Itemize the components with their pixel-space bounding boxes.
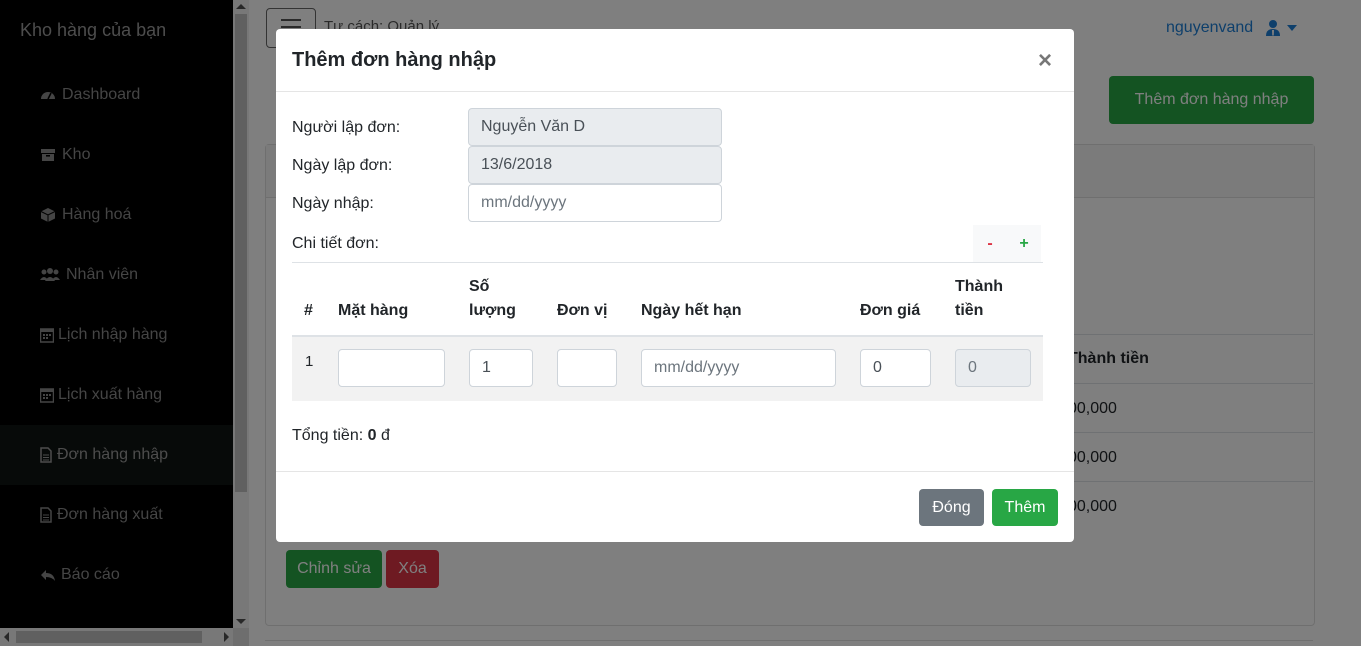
creator-label: Người lập đơn:	[292, 119, 401, 136]
created-date-field: 13/6/2018	[468, 146, 722, 184]
column-header-text: lượng	[469, 302, 516, 319]
line-total-field: 0	[955, 349, 1031, 387]
currency-symbol: đ	[376, 427, 390, 444]
row-index: 1	[305, 353, 314, 370]
submit-button[interactable]: Thêm	[992, 489, 1058, 526]
column-header-expiry: Ngày hết hạn	[641, 302, 742, 319]
total-label: Tổng tiền:	[292, 427, 368, 444]
modal-header-divider	[276, 91, 1074, 92]
import-date-label: Ngày nhập:	[292, 195, 374, 212]
remove-row-button[interactable]: -	[973, 225, 1007, 263]
table-top-border	[292, 262, 1043, 263]
import-date-input[interactable]: mm/dd/yyyy	[468, 184, 722, 222]
item-input[interactable]	[338, 349, 445, 387]
order-details-label: Chi tiết đơn:	[292, 235, 379, 252]
column-header-index: #	[304, 302, 313, 319]
creator-field: Nguyễn Văn D	[468, 108, 722, 146]
modal-footer-divider	[276, 471, 1074, 472]
modal-title: Thêm đơn hàng nhập	[292, 49, 497, 71]
order-total: Tổng tiền: 0 đ	[292, 427, 390, 445]
created-date-label: Ngày lập đơn:	[292, 157, 393, 174]
quantity-input[interactable]: 1	[469, 349, 533, 387]
column-header-unit: Đơn vị	[557, 302, 608, 319]
price-input[interactable]: 0	[860, 349, 931, 387]
add-row-button[interactable]: +	[1007, 225, 1041, 263]
column-header-text: Số	[469, 278, 490, 295]
close-button[interactable]: Đóng	[919, 489, 984, 526]
column-header-text: tiền	[955, 302, 984, 319]
column-header-text: Thành	[955, 278, 1003, 295]
column-header-price: Đơn giá	[860, 302, 921, 319]
total-value: 0	[367, 427, 377, 444]
unit-input[interactable]	[557, 349, 617, 387]
add-import-order-modal: Thêm đơn hàng nhập × Người lập đơn: Nguy…	[276, 29, 1074, 542]
column-header-quantity: Số lượng	[469, 275, 516, 323]
column-header-total: Thành tiền	[955, 275, 1003, 323]
column-header-item: Mặt hàng	[338, 302, 409, 319]
expiry-date-input[interactable]: mm/dd/yyyy	[641, 349, 836, 387]
close-icon[interactable]: ×	[1038, 47, 1052, 75]
